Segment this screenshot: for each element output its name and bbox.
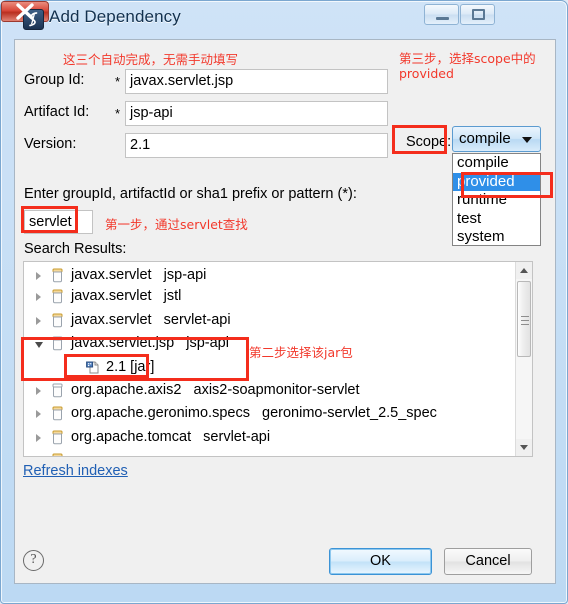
- table-row[interactable]: org.apache.axis2 axis2-soapmonitor-servl…: [24, 379, 532, 402]
- search-results-label: Search Results:: [24, 241, 127, 257]
- scope-selected-value: compile: [459, 130, 511, 147]
- scope-option-test[interactable]: test: [453, 210, 540, 229]
- chevron-down-icon[interactable]: [35, 342, 43, 349]
- group-id-label: Group Id:: [24, 72, 85, 88]
- chevron-right-icon[interactable]: [36, 410, 41, 419]
- annotation-step2: 第二步选择该jar包: [249, 345, 353, 360]
- chevron-right-icon[interactable]: [36, 386, 41, 395]
- artifact-id-required-mark: *: [115, 106, 121, 121]
- table-row[interactable]: javax.servlet jsp-api: [24, 264, 532, 287]
- scope-label: Scope:: [406, 134, 452, 150]
- scope-option-runtime[interactable]: runtime: [453, 191, 540, 210]
- scope-option-system[interactable]: system: [453, 228, 540, 245]
- version-label: Version:: [24, 136, 77, 152]
- jar-icon: [51, 453, 64, 456]
- chevron-right-icon[interactable]: [36, 293, 41, 302]
- refresh-indexes-link[interactable]: Refresh indexes: [23, 463, 128, 479]
- table-row[interactable]: org.apache.tomcat servlet-api: [24, 426, 532, 449]
- group-id-required-mark: *: [115, 74, 121, 89]
- scroll-up-icon[interactable]: [516, 262, 532, 279]
- annotation-step3-line1: 第三步，选择scope中的: [399, 51, 536, 66]
- chevron-right-icon[interactable]: [36, 433, 41, 442]
- table-row[interactable]: javax.servlet servlet-api: [24, 309, 532, 332]
- group-id-input[interactable]: javax.servlet.jsp: [125, 69, 388, 94]
- annotation-step3-line2: provided: [399, 66, 454, 81]
- result-label-3: javax.servlet.jsp jsp-api: [71, 335, 229, 352]
- minimize-button[interactable]: [424, 4, 459, 25]
- title-bar[interactable]: Add Dependency: [1, 1, 567, 35]
- result-label-4: org.apache.axis2 axis2-soapmonitor-servl…: [71, 381, 360, 398]
- annotation-step1: 第一步，通过servlet查找: [105, 217, 248, 232]
- chevron-right-icon[interactable]: [36, 272, 41, 280]
- add-dependency-dialog: Add Dependency 这三个自动完成，无需手动填写 Group Id: …: [0, 0, 568, 604]
- chevron-down-icon: [522, 137, 532, 143]
- help-button[interactable]: ?: [23, 550, 44, 571]
- artifact-id-input[interactable]: jsp-api: [125, 101, 388, 126]
- table-row[interactable]: org.apache.geronimo.specs geronimo-servl…: [24, 402, 532, 425]
- result-label-6: org.apache.tomcat servlet-api: [71, 428, 271, 445]
- scope-select[interactable]: compile: [452, 126, 541, 152]
- version-input[interactable]: 2.1: [125, 133, 388, 158]
- maximize-icon: [472, 9, 485, 20]
- close-icon: [15, 3, 35, 25]
- result-label-0: javax.servlet jsp-api: [71, 267, 207, 283]
- cancel-button[interactable]: Cancel: [444, 548, 532, 575]
- maximize-button[interactable]: [460, 4, 495, 25]
- search-prompt-label: Enter groupId, artifactId or sha1 prefix…: [24, 186, 357, 202]
- minimize-icon: [436, 17, 449, 20]
- table-row[interactable]: javax.servlet jstl: [24, 285, 532, 308]
- chevron-right-icon[interactable]: [36, 316, 41, 325]
- scope-option-compile[interactable]: compile: [453, 154, 540, 173]
- scope-dropdown-list[interactable]: compile provided runtime test system: [452, 153, 541, 246]
- scroll-down-icon[interactable]: [516, 439, 532, 456]
- scope-option-provided[interactable]: provided: [453, 172, 540, 192]
- search-input[interactable]: servlet: [24, 210, 93, 234]
- ok-button[interactable]: OK: [329, 548, 432, 575]
- window-title: Add Dependency: [49, 7, 181, 26]
- tree-scrollbar[interactable]: [515, 262, 532, 456]
- result-label-1: javax.servlet jstl: [71, 288, 182, 305]
- table-row-partial[interactable]: [24, 449, 532, 456]
- result-version-label: 2.1 [jar]: [106, 358, 155, 375]
- result-label-2: javax.servlet servlet-api: [71, 311, 231, 328]
- artifact-id-label: Artifact Id:: [24, 104, 90, 120]
- annotation-autofill: 这三个自动完成，无需手动填写: [63, 52, 239, 67]
- scrollbar-thumb[interactable]: [517, 281, 531, 357]
- result-label-5: org.apache.geronimo.specs geronimo-servl…: [71, 405, 437, 422]
